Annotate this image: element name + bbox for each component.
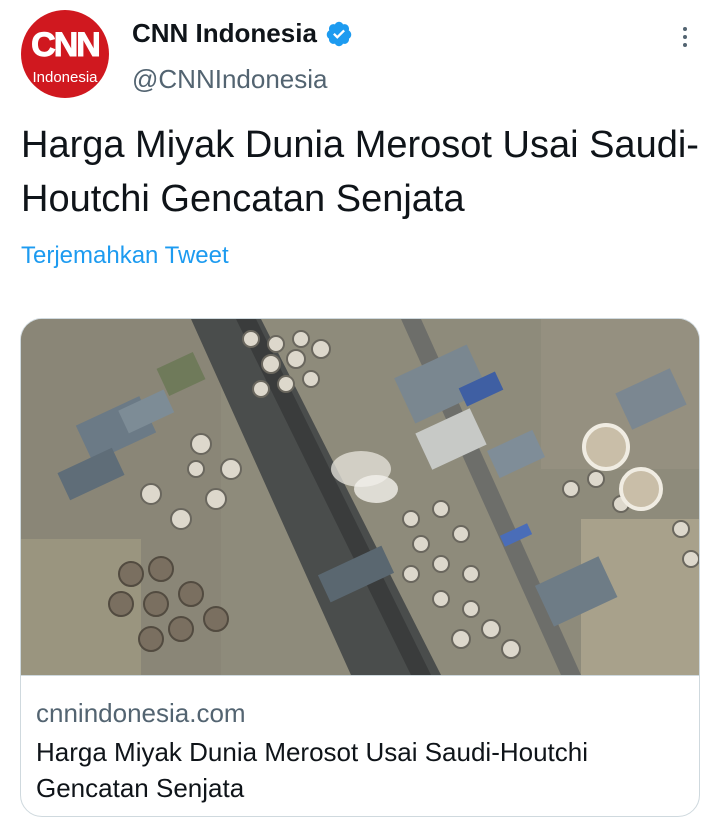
verified-badge-icon: [325, 20, 353, 48]
author-name[interactable]: CNN Indonesia: [132, 18, 317, 49]
tweet-text: Harga Miyak Dunia Merosot Usai Saudi-Hou…: [21, 124, 699, 220]
more-dot: [683, 35, 687, 39]
card-body[interactable]: cnnindonesia.com Harga Miyak Dunia Meros…: [21, 675, 699, 816]
avatar[interactable]: CNN Indonesia: [21, 10, 109, 98]
author-handle[interactable]: @CNNIndonesia: [132, 64, 327, 95]
more-dot: [683, 43, 687, 47]
card-domain: cnnindonesia.com: [36, 698, 246, 728]
card-title: Harga Miyak Dunia Merosot Usai Saudi-Hou…: [36, 737, 589, 803]
translate-tweet-link[interactable]: Terjemahkan Tweet: [21, 242, 229, 270]
satellite-image: [21, 319, 699, 675]
more-options-icon[interactable]: [674, 22, 696, 52]
more-dot: [683, 27, 687, 31]
author-name-row: CNN Indonesia: [132, 18, 353, 49]
card-image[interactable]: [21, 319, 699, 675]
avatar-logo: CNN: [31, 26, 102, 64]
avatar-sub: Indonesia: [32, 69, 98, 86]
link-card[interactable]: cnnindonesia.com Harga Miyak Dunia Meros…: [20, 318, 700, 817]
